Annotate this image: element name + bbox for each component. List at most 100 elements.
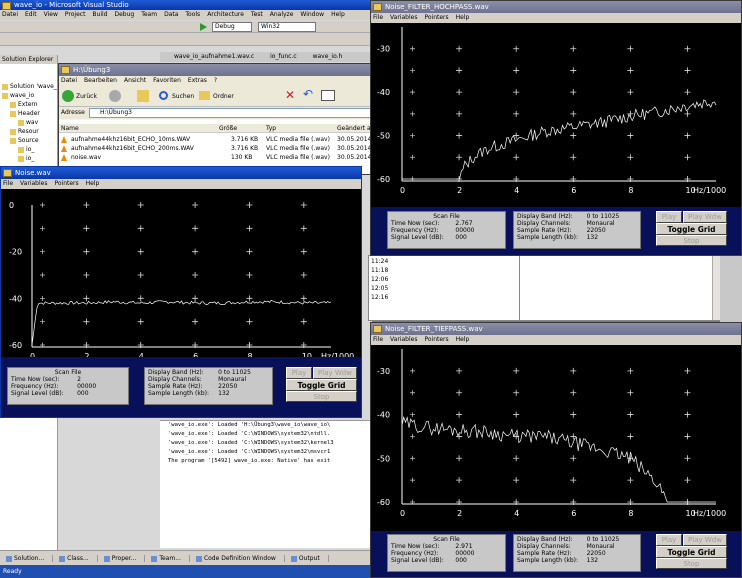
- hochpass-titlebar[interactable]: Noise_FILTER_HOCHPASS.wav: [371, 1, 741, 13]
- noise-titlebar[interactable]: Noise.wav: [1, 167, 361, 179]
- menu-item[interactable]: Variables: [390, 14, 417, 21]
- vs-titlebar[interactable]: wave_io - Microsoft Visual Studio: [0, 0, 372, 10]
- file-size: 3.716 KB: [231, 145, 259, 152]
- stop-button[interactable]: Stop: [286, 391, 357, 402]
- play-button[interactable]: Play: [286, 367, 312, 379]
- menu-item[interactable]: Datei: [61, 77, 77, 84]
- play-button[interactable]: Play: [656, 211, 682, 223]
- menu-item[interactable]: ?: [214, 77, 217, 84]
- doc-tab[interactable]: wave_io.h: [313, 53, 343, 60]
- file-type: VLC media file (.wav): [266, 154, 330, 161]
- tree-item[interactable]: wave_io: [0, 91, 57, 100]
- tree-item[interactable]: Source: [0, 136, 57, 145]
- menu-item[interactable]: Tools: [185, 11, 200, 18]
- menu-item[interactable]: Pointers: [54, 180, 78, 187]
- menu-item[interactable]: Analyze: [270, 11, 294, 18]
- col-name[interactable]: Name: [61, 124, 79, 133]
- menu-item[interactable]: Pointers: [424, 14, 448, 21]
- tree-item[interactable]: Extern: [0, 100, 57, 109]
- menu-item[interactable]: Help: [456, 14, 470, 21]
- menu-item[interactable]: Project: [65, 11, 86, 18]
- menu-item[interactable]: Architecture: [207, 11, 244, 18]
- dock-tab[interactable]: Class...: [59, 555, 98, 562]
- up-folder-icon[interactable]: [137, 90, 149, 102]
- play-window-button[interactable]: Play Wdw: [313, 367, 357, 379]
- menu-item[interactable]: Ansicht: [124, 77, 146, 84]
- menu-item[interactable]: Edit: [25, 11, 37, 18]
- tree-item[interactable]: wav: [0, 118, 57, 127]
- menu-item[interactable]: File: [373, 336, 383, 343]
- delete-icon[interactable]: ✕: [285, 88, 295, 102]
- tree-item[interactable]: io_: [0, 154, 57, 163]
- list-item[interactable]: 12:06: [369, 275, 519, 284]
- doc-tab[interactable]: wave_io_aufnahme1.wav.c: [174, 53, 254, 60]
- file-row[interactable]: aufnahme44khz16bit_ECHO_10ms.WAV 3.716 KB…: [59, 135, 371, 144]
- list-item[interactable]: 12:16: [369, 293, 519, 302]
- tree-item[interactable]: Resour: [0, 127, 57, 136]
- menu-item[interactable]: Build: [92, 11, 107, 18]
- menu-item[interactable]: View: [44, 11, 58, 18]
- file-row[interactable]: noise.wav 130 KB VLC media file (.wav) 30.0…: [59, 153, 371, 162]
- play-window-button[interactable]: Play Wdw: [683, 534, 727, 546]
- menu-item[interactable]: Help: [456, 336, 470, 343]
- list-item[interactable]: 12:05: [369, 284, 519, 293]
- menu-item[interactable]: Test: [251, 11, 263, 18]
- grid-cross: [513, 455, 520, 462]
- menu-item[interactable]: Extras: [188, 77, 207, 84]
- list-item[interactable]: 11:18: [369, 266, 519, 275]
- search-button[interactable]: Suchen: [172, 93, 194, 100]
- col-date[interactable]: Geändert am: [337, 124, 371, 133]
- dock-tab[interactable]: Code Definition Window: [195, 555, 285, 562]
- grid-cross: [192, 248, 199, 255]
- menu-item[interactable]: Help: [331, 11, 345, 18]
- play-window-button[interactable]: Play Wdw: [683, 211, 727, 223]
- address-input[interactable]: H:\Übung3: [89, 108, 371, 118]
- menu-item[interactable]: Data: [164, 11, 178, 18]
- stop-button[interactable]: Stop: [656, 235, 727, 246]
- stop-button[interactable]: Stop: [656, 558, 727, 569]
- menu-item[interactable]: Pointers: [424, 336, 448, 343]
- menu-item[interactable]: Datei: [2, 11, 18, 18]
- back-button[interactable]: Zurück: [76, 93, 97, 100]
- undo-icon[interactable]: ↶: [303, 87, 313, 101]
- tree-item[interactable]: Header: [0, 109, 57, 118]
- explorer-window: H:\Übung3 Datei Bearbeiten Ansicht Favorite…: [58, 63, 372, 175]
- menu-item[interactable]: Variables: [20, 180, 47, 187]
- doc-tab[interactable]: io_func.c: [270, 53, 297, 60]
- dock-tab[interactable]: Team...: [151, 555, 190, 562]
- list-item[interactable]: 11:24: [369, 257, 519, 266]
- menu-item[interactable]: Variables: [390, 336, 417, 343]
- dock-tab[interactable]: Output: [290, 555, 329, 562]
- menu-item[interactable]: File: [3, 180, 13, 187]
- menu-item[interactable]: Team: [141, 11, 157, 18]
- middle-scrollbar[interactable]: [712, 256, 720, 320]
- config-select[interactable]: Debug: [212, 22, 252, 32]
- back-icon[interactable]: [62, 90, 74, 102]
- forward-icon[interactable]: [109, 90, 121, 102]
- tree-item[interactable]: io_: [0, 145, 57, 154]
- start-debug-icon[interactable]: [200, 23, 207, 31]
- menu-item[interactable]: Favoriten: [153, 77, 181, 84]
- play-button[interactable]: Play: [656, 534, 682, 546]
- dock-tab[interactable]: Solution...: [6, 555, 54, 562]
- tree-item[interactable]: Solution 'wave_: [0, 82, 57, 91]
- file-row[interactable]: aufnahme44khz16bit_ECHO_200ms.WAV 3.716 K…: [59, 144, 371, 153]
- col-type[interactable]: Typ: [266, 124, 276, 133]
- toggle-grid-button[interactable]: Toggle Grid: [656, 223, 727, 235]
- menu-item[interactable]: Bearbeiten: [84, 77, 117, 84]
- platform-select[interactable]: Win32: [258, 22, 316, 32]
- explorer-titlebar[interactable]: H:\Übung3: [59, 64, 371, 76]
- dock-tab[interactable]: Proper...: [103, 555, 146, 562]
- menu-item[interactable]: Window: [300, 11, 324, 18]
- folders-icon[interactable]: [199, 91, 210, 100]
- menu-item[interactable]: Debug: [114, 11, 134, 18]
- folders-button[interactable]: Ordner: [213, 93, 234, 100]
- menu-item[interactable]: File: [373, 14, 383, 21]
- menu-item[interactable]: Help: [86, 180, 100, 187]
- tiefpass-titlebar[interactable]: Noise_FILTER_TIEFPASS.wav: [371, 323, 741, 335]
- views-icon[interactable]: [321, 90, 335, 101]
- toggle-grid-button[interactable]: Toggle Grid: [286, 379, 357, 391]
- search-icon[interactable]: [159, 91, 168, 100]
- toggle-grid-button[interactable]: Toggle Grid: [656, 546, 727, 558]
- col-size[interactable]: Größe: [219, 124, 237, 133]
